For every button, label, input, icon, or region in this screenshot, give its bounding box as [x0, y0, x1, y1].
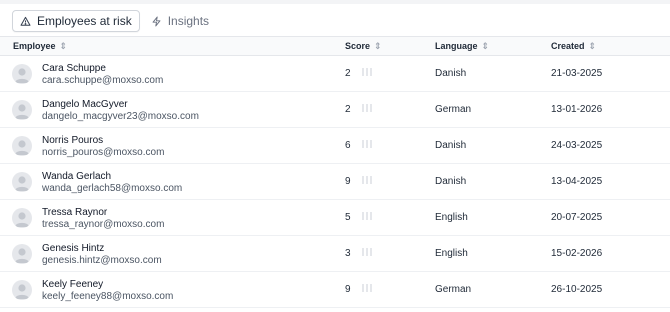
table-row[interactable]: Genesis Hintz genesis.hintz@moxso.com 3 … [0, 236, 670, 272]
language-value: Danish [435, 140, 467, 151]
score-bars-icon [362, 212, 372, 220]
column-header-created[interactable]: Created ⇕ [551, 41, 596, 51]
employee-email: dangelo_macgyver23@moxso.com [42, 111, 199, 122]
tab-label: Employees at risk [37, 14, 132, 28]
avatar [12, 172, 32, 192]
employee-name: Norris Pouros [42, 135, 104, 146]
table-row[interactable]: Tressa Raynor tressa_raynor@moxso.com 5 … [0, 200, 670, 236]
tab-employees-at-risk[interactable]: Employees at risk [12, 10, 140, 32]
employee-name: Tressa Raynor [42, 207, 108, 218]
score-bars-icon [362, 140, 372, 148]
employee-email: norris_pouros@moxso.com [42, 147, 165, 158]
score-value: 9 [345, 176, 351, 187]
avatar [12, 136, 32, 156]
score-bars-icon [362, 68, 372, 76]
sort-icon: ⇕ [588, 40, 597, 51]
table-row[interactable]: Cara Schuppe cara.schuppe@moxso.com 2 Da… [0, 56, 670, 92]
created-date: 15-02-2026 [551, 248, 603, 259]
score-value: 2 [345, 104, 351, 115]
created-date: 13-01-2026 [551, 104, 603, 115]
employee-email: wanda_gerlach58@moxso.com [42, 183, 183, 194]
tab-insights[interactable]: Insights [144, 10, 216, 32]
avatar [12, 244, 32, 264]
language-value: English [435, 248, 468, 259]
column-header-language[interactable]: Language ⇕ [435, 41, 489, 51]
language-value: English [435, 212, 468, 223]
employees-table: Employee ⇕ Score ⇕ Language ⇕ Created ⇕ … [0, 36, 670, 308]
employee-email: tressa_raynor@moxso.com [42, 219, 165, 230]
created-date: 26-10-2025 [551, 284, 603, 295]
table-row[interactable]: Norris Pouros norris_pouros@moxso.com 6 … [0, 128, 670, 164]
employee-email: genesis.hintz@moxso.com [42, 255, 162, 266]
score-value: 3 [345, 248, 351, 259]
avatar [12, 100, 32, 120]
language-value: German [435, 104, 472, 115]
score-value: 2 [345, 68, 351, 79]
column-header-score[interactable]: Score ⇕ [345, 41, 382, 51]
table-header: Employee ⇕ Score ⇕ Language ⇕ Created ⇕ [0, 36, 670, 56]
sort-icon: ⇕ [59, 40, 68, 51]
table-row[interactable]: Wanda Gerlach wanda_gerlach58@moxso.com … [0, 164, 670, 200]
language-value: German [435, 284, 472, 295]
warning-triangle-icon [20, 16, 31, 27]
employee-email: keely_feeney88@moxso.com [42, 291, 174, 302]
avatar [12, 64, 32, 84]
score-bars-icon [362, 176, 372, 184]
score-value: 9 [345, 284, 351, 295]
created-date: 21-03-2025 [551, 68, 603, 79]
score-bars-icon [362, 284, 372, 292]
employee-name: Cara Schuppe [42, 63, 106, 74]
employee-email: cara.schuppe@moxso.com [42, 75, 164, 86]
sort-icon: ⇕ [481, 40, 490, 51]
table-row[interactable]: Keely Feeney keely_feeney88@moxso.com 9 … [0, 272, 670, 308]
language-value: Danish [435, 176, 467, 187]
created-date: 20-07-2025 [551, 212, 603, 223]
score-bars-icon [362, 104, 372, 112]
avatar [12, 280, 32, 300]
employee-name: Wanda Gerlach [42, 171, 112, 182]
created-date: 13-04-2025 [551, 176, 603, 187]
employee-name: Genesis Hintz [42, 243, 105, 254]
score-bars-icon [362, 248, 372, 256]
tab-bar: Employees at risk Insights [0, 8, 670, 36]
column-header-employee[interactable]: Employee ⇕ [13, 41, 67, 51]
score-value: 5 [345, 212, 351, 223]
employee-name: Keely Feeney [42, 279, 104, 290]
score-value: 6 [345, 140, 351, 151]
table-row[interactable]: Dangelo MacGyver dangelo_macgyver23@moxs… [0, 92, 670, 128]
sort-icon: ⇕ [374, 40, 382, 51]
employee-name: Dangelo MacGyver [42, 99, 128, 110]
language-value: Danish [435, 68, 467, 79]
lightning-icon [151, 16, 162, 27]
avatar [12, 208, 32, 228]
tab-label: Insights [167, 14, 210, 28]
employees-panel: Employees at risk Insights Employee ⇕ Sc… [0, 0, 670, 312]
table-body: Cara Schuppe cara.schuppe@moxso.com 2 Da… [0, 56, 670, 308]
created-date: 24-03-2025 [551, 140, 603, 151]
